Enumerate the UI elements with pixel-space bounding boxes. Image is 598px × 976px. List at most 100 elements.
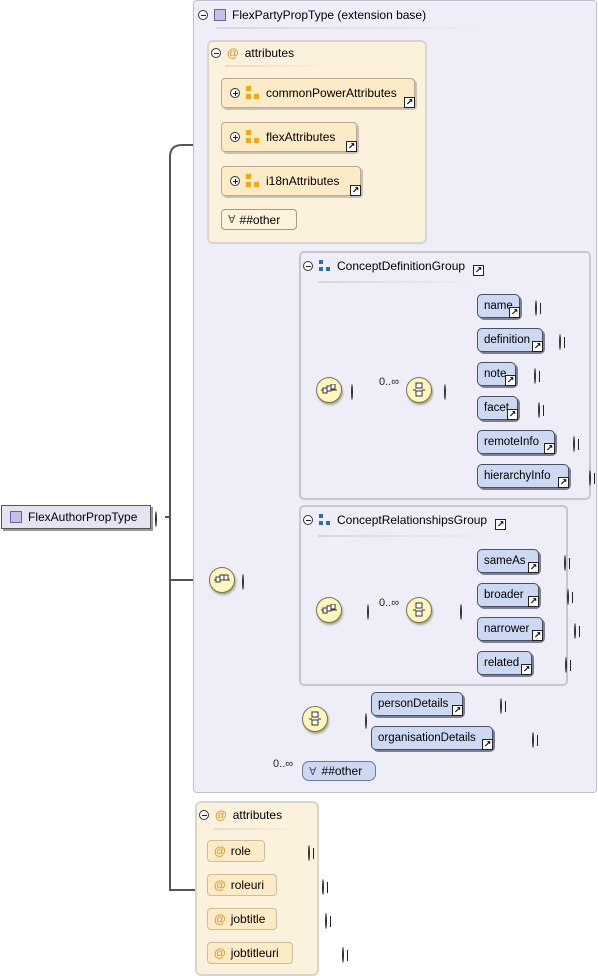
expand-icon[interactable] xyxy=(534,368,536,384)
expand-icon[interactable] xyxy=(230,132,240,142)
collapse-icon[interactable] xyxy=(198,10,208,20)
reference-arrow-icon[interactable]: ↗ xyxy=(452,705,463,716)
expand-icon[interactable] xyxy=(573,436,575,452)
expand-icon[interactable] xyxy=(535,300,537,316)
expand-icon[interactable] xyxy=(342,947,344,963)
reference-arrow-icon[interactable]: ↗ xyxy=(509,307,520,318)
element-box[interactable]: name ↗ xyxy=(477,294,520,318)
element-box[interactable]: note ↗ xyxy=(477,362,516,386)
collapse-icon[interactable] xyxy=(444,384,446,400)
collapse-icon[interactable] xyxy=(242,574,244,590)
element-box[interactable]: related ↗ xyxy=(477,651,532,675)
reference-arrow-icon[interactable]: ↗ xyxy=(350,185,361,196)
wildcard-icon: ∀ xyxy=(309,765,317,778)
expand-icon[interactable] xyxy=(322,879,324,895)
expand-icon[interactable] xyxy=(308,845,310,861)
choice-compositor[interactable] xyxy=(406,597,432,623)
reference-arrow-icon[interactable]: ↗ xyxy=(505,375,516,386)
expand-icon[interactable] xyxy=(565,657,567,673)
extension-title-row: FlexPartyPropType (extension base) xyxy=(198,8,426,22)
element-box[interactable]: broader ↗ xyxy=(477,583,539,607)
choice-compositor[interactable] xyxy=(302,706,328,732)
collapse-icon[interactable] xyxy=(199,810,209,820)
reference-arrow-icon[interactable]: ↗ xyxy=(507,409,518,420)
sequence-compositor-icon xyxy=(321,604,337,614)
expand-icon[interactable] xyxy=(532,732,534,748)
element-label: organisationDetails xyxy=(378,732,476,744)
collapse-icon[interactable] xyxy=(367,604,369,620)
reference-arrow-icon[interactable]: ↗ xyxy=(482,739,493,750)
sequence-compositor[interactable] xyxy=(316,377,342,403)
expand-icon[interactable] xyxy=(559,334,561,350)
attribute-box[interactable]: @ jobtitle xyxy=(207,908,277,930)
sequence-compositor[interactable] xyxy=(316,597,342,623)
expand-icon[interactable] xyxy=(538,402,540,418)
reference-arrow-icon[interactable]: ↗ xyxy=(544,443,555,454)
element-box[interactable]: remoteInfo ↗ xyxy=(477,430,555,454)
element-label: related xyxy=(484,657,520,669)
element-box[interactable]: organisationDetails ↗ xyxy=(371,726,493,750)
reference-arrow-icon[interactable]: ↗ xyxy=(346,141,357,152)
collapse-icon[interactable] xyxy=(303,261,313,271)
element-box[interactable]: facet ↗ xyxy=(477,396,518,420)
sequence-compositor-icon xyxy=(214,574,230,583)
expand-icon[interactable] xyxy=(500,698,502,714)
collapse-icon[interactable] xyxy=(303,515,313,525)
element-box[interactable]: narrower ↗ xyxy=(477,617,543,641)
collapse-icon[interactable] xyxy=(351,384,353,400)
collapse-icon[interactable] xyxy=(365,713,367,729)
group-icon xyxy=(319,260,331,272)
reference-arrow-icon[interactable]: ↗ xyxy=(495,518,507,530)
complex-type-icon xyxy=(10,511,22,523)
attribute-group-box[interactable]: i18nAttributes ↗ xyxy=(221,166,361,196)
reference-arrow-icon[interactable]: ↗ xyxy=(532,630,543,641)
reference-arrow-icon[interactable]: ↗ xyxy=(404,97,415,108)
attribute-box[interactable]: @ roleuri xyxy=(207,874,277,896)
collapse-icon[interactable] xyxy=(460,604,462,620)
choice-compositor-icon xyxy=(309,711,321,726)
reference-arrow-icon[interactable]: ↗ xyxy=(473,264,485,276)
element-label: note xyxy=(484,368,507,380)
attribute-group-icon xyxy=(246,130,260,144)
element-box[interactable]: definition ↗ xyxy=(477,328,543,352)
attribute-box[interactable]: @ jobtitleuri xyxy=(207,942,293,964)
attribute-group-label: i18nAttributes xyxy=(266,174,340,188)
any-attribute-label: ##other xyxy=(239,212,281,227)
sequence-compositor[interactable] xyxy=(209,567,235,593)
reference-arrow-icon[interactable]: ↗ xyxy=(528,562,539,573)
any-element-box[interactable]: ∀ ##other xyxy=(302,761,376,781)
attribute-label: jobtitle xyxy=(230,912,266,926)
collapse-icon[interactable] xyxy=(155,511,157,527)
attribute-box[interactable]: @ role xyxy=(207,840,265,862)
element-box[interactable]: sameAs ↗ xyxy=(477,549,539,573)
attribute-group-box[interactable]: commonPowerAttributes ↗ xyxy=(221,78,415,108)
reference-arrow-icon[interactable]: ↗ xyxy=(532,341,543,352)
at-icon: @ xyxy=(214,946,226,960)
any-attribute-box[interactable]: ∀ ##other xyxy=(221,209,297,230)
expand-icon[interactable] xyxy=(230,176,240,186)
at-icon: @ xyxy=(214,844,226,858)
attribute-group-box[interactable]: flexAttributes ↗ xyxy=(221,122,357,152)
expand-icon[interactable] xyxy=(564,555,566,571)
collapse-icon[interactable] xyxy=(211,48,221,58)
reference-arrow-icon[interactable]: ↗ xyxy=(558,477,569,488)
expand-icon[interactable] xyxy=(589,470,591,486)
element-box[interactable]: hierarchyInfo ↗ xyxy=(477,464,569,488)
reference-arrow-icon[interactable]: ↗ xyxy=(528,596,539,607)
attribute-group-icon xyxy=(246,174,260,188)
expand-icon[interactable] xyxy=(574,623,576,639)
title-underline xyxy=(318,535,498,537)
wildcard-icon: ∀ xyxy=(228,214,236,226)
element-label: sameAs xyxy=(484,555,526,567)
expand-icon[interactable] xyxy=(567,589,569,605)
root-type-box[interactable]: FlexAuthorPropType xyxy=(1,505,151,529)
extension-title: FlexPartyPropType (extension base) xyxy=(232,8,427,22)
element-label: definition xyxy=(484,334,531,346)
choice-compositor[interactable] xyxy=(406,377,432,403)
concept-definition-group-panel xyxy=(299,251,591,500)
expand-icon[interactable] xyxy=(325,913,327,929)
reference-arrow-icon[interactable]: ↗ xyxy=(521,664,532,675)
element-box[interactable]: personDetails ↗ xyxy=(371,692,463,716)
cdg-title: ConceptDefinitionGroup xyxy=(337,259,466,273)
expand-icon[interactable] xyxy=(230,88,240,98)
